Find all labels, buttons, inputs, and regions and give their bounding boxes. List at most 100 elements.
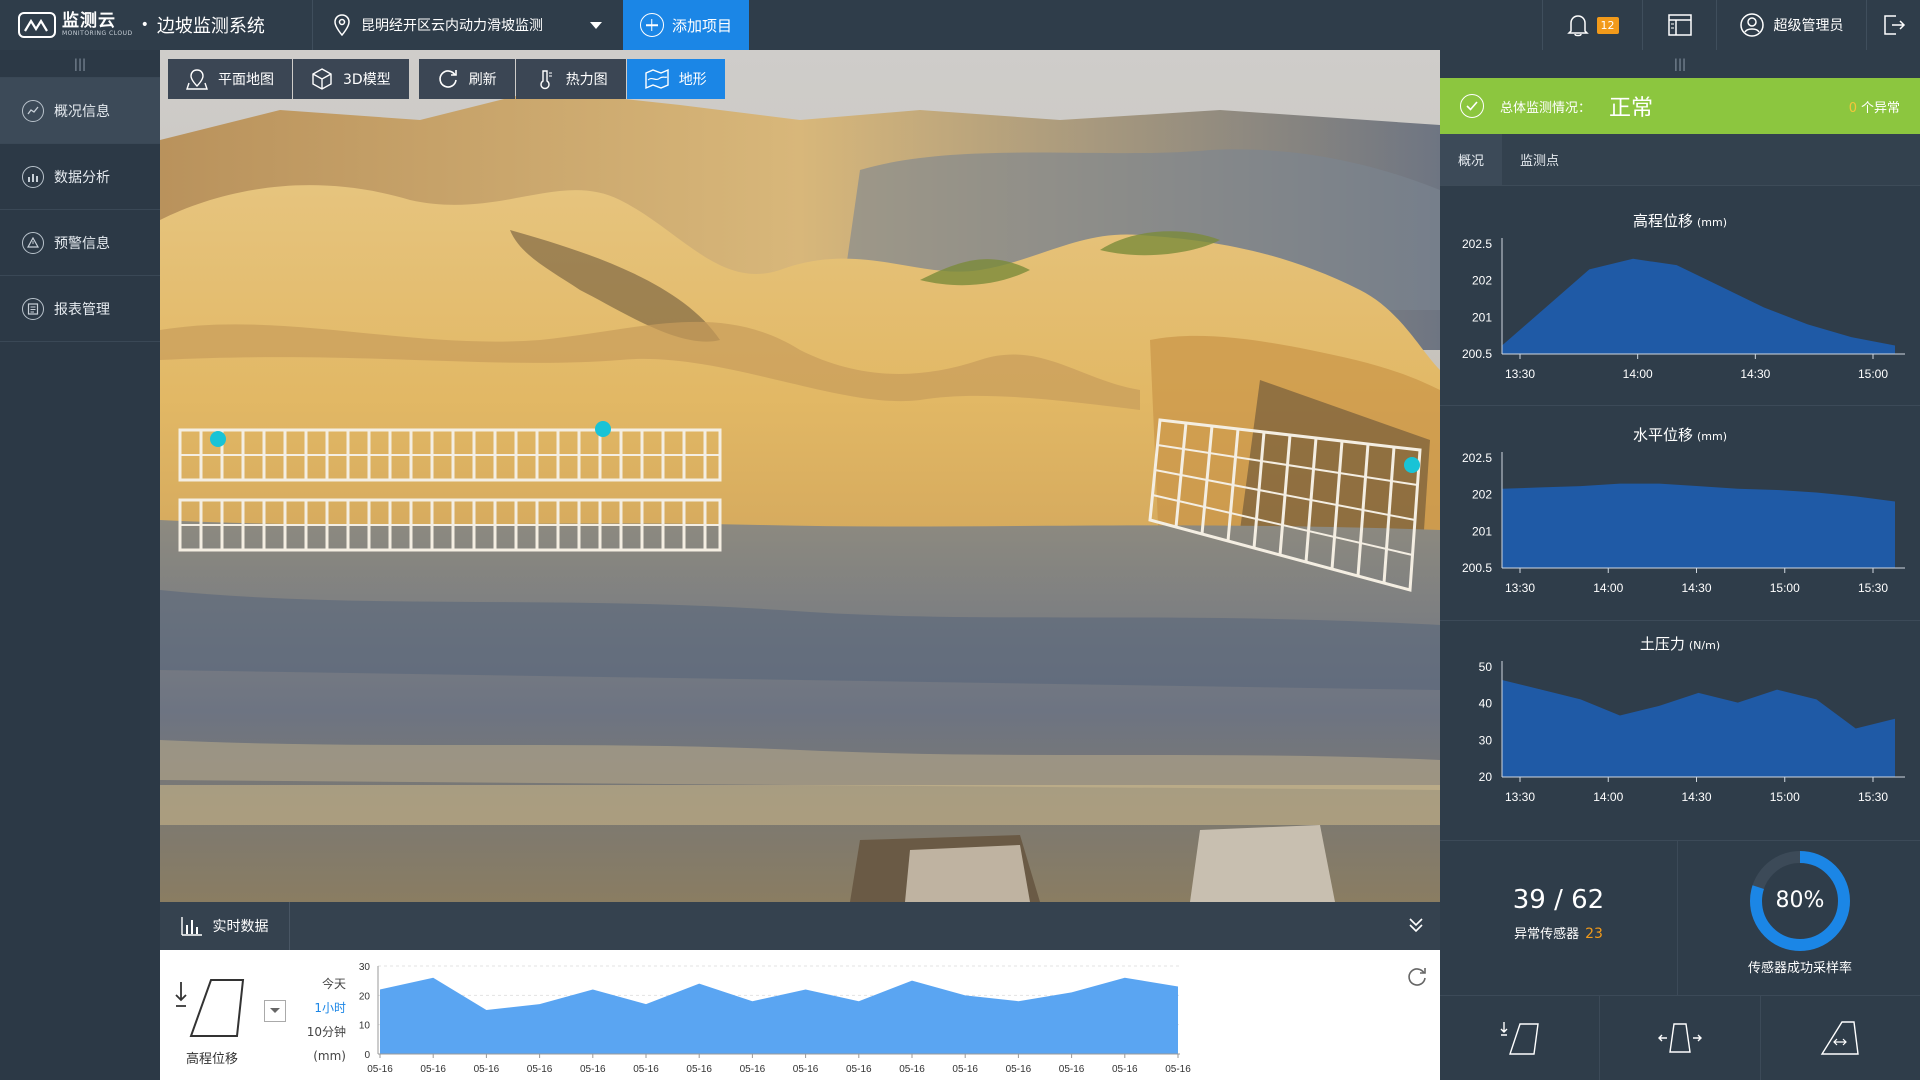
y-tick-label: 0 [364,1050,370,1061]
view-toolbar: 平面地图 3D模型 刷新 热力图 地形 [168,59,726,99]
chevron-down-icon [270,1008,280,1013]
x-tick-label: 14:00 [1593,581,1623,595]
x-tick-label: 05-16 [686,1064,712,1075]
refresh-label: 刷新 [468,72,497,88]
thermometer-icon [534,68,556,90]
sidebar: ||| 概况信息 数据分析 预警信息 报表管理 [0,50,160,1080]
logo[interactable]: 监测云 MONITORING CLOUD • 边坡监测系统 [18,10,265,40]
chart-icon [22,165,44,188]
terrain-viewport[interactable]: 平面地图 3D模型 刷新 热力图 地形 [160,50,1440,902]
logo-subtitle: MONITORING CLOUD [62,30,133,37]
notifications-button[interactable]: 12 [1542,0,1642,50]
x-tick-label: 05-16 [952,1064,978,1075]
sensor-count: 39 / 62 [1512,885,1605,915]
realtime-chart[interactable]: 30 20 10 0 05-16 05-16 05-16 05-16 05-16 05-16 05-… [350,960,1210,1078]
title-separator: • [140,17,149,33]
y-tick-label: 40 [1479,697,1493,711]
realtime-tab[interactable]: 实时数据 [160,902,290,950]
x-tick-label: 05-16 [580,1064,606,1075]
soil-pressure-chart[interactable]: 50 40 30 20 13:30 14:00 14:30 15:00 15:30 [1440,655,1920,825]
horizontal-chart-panel: 水平位移 (mm) 202.5 202 201 200.5 13:30 14:00 14:30… [1440,406,1920,621]
y-tick-label: 50 [1479,660,1493,674]
x-tick-label: 13:30 [1505,367,1535,381]
terrain-button[interactable]: 地形 [626,59,725,99]
project-select[interactable]: 昆明经开区云内动力滑坡监测 [312,0,622,50]
chart-title-text: 水平位移 [1632,426,1693,444]
range-10-min[interactable]: 10分钟 [296,1020,346,1044]
logout-button[interactable] [1866,0,1920,50]
y-tick-label: 200.5 [1462,347,1492,361]
flat-map-button[interactable]: 平面地图 [168,59,292,99]
layout-icon [1667,14,1692,36]
sidebar-item-label: 预警信息 [54,235,110,252]
chart-unit: (mm) [1697,430,1728,443]
3d-model-label: 3D模型 [343,72,391,88]
monitoring-point-marker[interactable] [210,431,226,447]
x-tick-label: 05-16 [1006,1064,1032,1075]
sidebar-item-label: 报表管理 [54,301,110,318]
pressure-sensor-button[interactable] [1761,996,1920,1080]
heatmap-button[interactable]: 热力图 [515,59,626,99]
refresh-button[interactable]: 刷新 [418,59,515,99]
metric-selector[interactable]: 高程位移 [172,976,252,1067]
x-tick-label: 05-16 [899,1064,925,1075]
warning-icon [22,231,44,254]
abnormal-sensor-count[interactable]: 23 [1585,926,1603,942]
collapse-button[interactable] [1408,916,1424,938]
panel-grip[interactable]: ||| [1440,50,1920,78]
terrain-label: 地形 [678,72,707,88]
unit-label: (mm) [313,1049,346,1063]
chart-title: 水平位移 (mm) [1440,424,1920,445]
elevation-sensor-button[interactable] [1440,996,1601,1080]
chart-area [1502,483,1895,568]
sidebar-item-overview[interactable]: 概况信息 [0,78,160,144]
chart-refresh-button[interactable] [1406,966,1428,992]
chart-title-text: 高程位移 [1632,212,1693,230]
bell-icon [1566,15,1589,37]
y-tick-label: 202.5 [1462,451,1492,465]
horizontal-sensor-button[interactable] [1600,996,1761,1080]
tab-overview[interactable]: 概况 [1440,134,1503,185]
x-tick-label: 14:30 [1740,367,1770,381]
layout-button[interactable] [1642,0,1716,50]
x-tick-label: 13:30 [1505,581,1535,595]
abnormal-count[interactable]: 0 个异常 [1849,97,1900,116]
add-project-button[interactable]: 添加项目 [623,0,749,50]
pressure-chart-panel: 土压力 (N/m) 50 40 30 20 13:30 14:00 14:30 15:00 15:… [1440,621,1920,831]
monitoring-point-marker[interactable] [1404,457,1420,473]
y-tick-label: 20 [359,991,371,1002]
horizontal-displacement-icon [1657,1023,1702,1053]
sidebar-item-warning[interactable]: 预警信息 [0,210,160,276]
sidebar-grip[interactable]: ||| [0,50,160,78]
chart-area [1502,679,1895,777]
heatmap-label: 热力图 [565,72,608,88]
sidebar-item-analysis[interactable]: 数据分析 [0,144,160,210]
y-tick-label: 10 [359,1021,371,1032]
success-rate-value: 80% [1775,888,1825,913]
x-tick-label: 15:00 [1770,790,1800,804]
crack-gauge-icon [1821,1021,1860,1055]
user-menu[interactable]: 超级管理员 [1716,0,1866,50]
chart-unit: (mm) [1697,216,1728,229]
terrain-model[interactable] [160,50,1440,902]
range-today[interactable]: 今天 [296,972,346,996]
horizontal-displacement-chart[interactable]: 202.5 202 201 200.5 13:30 14:00 14:30 15:00 15:3… [1440,446,1920,616]
range-1-hour[interactable]: 1小时 [296,996,346,1020]
x-tick-label: 14:30 [1681,581,1711,595]
realtime-bar: 实时数据 [160,902,1440,950]
3d-model-button[interactable]: 3D模型 [293,59,409,99]
tab-monitoring-points[interactable]: 监测点 [1502,134,1577,185]
metric-dropdown[interactable] [264,1000,286,1022]
sidebar-item-report[interactable]: 报表管理 [0,276,160,342]
monitoring-point-marker[interactable] [595,421,611,437]
y-tick-label: 202 [1472,274,1492,288]
elevation-displacement-icon [175,979,245,1037]
overall-status-bar: 总体监测情况： 正常 0 个异常 [1440,78,1920,134]
elevation-chart[interactable]: 202.5 202 201 200.5 13:30 14:00 14:30 15:00 [1440,232,1920,402]
notification-badge: 12 [1596,16,1619,34]
chart-area [1502,258,1895,354]
abnormal-sensor-label: 异常传感器 [1514,927,1580,942]
chart-area [380,977,1178,1054]
sidebar-item-label: 数据分析 [54,169,110,186]
cube-icon [311,68,333,90]
